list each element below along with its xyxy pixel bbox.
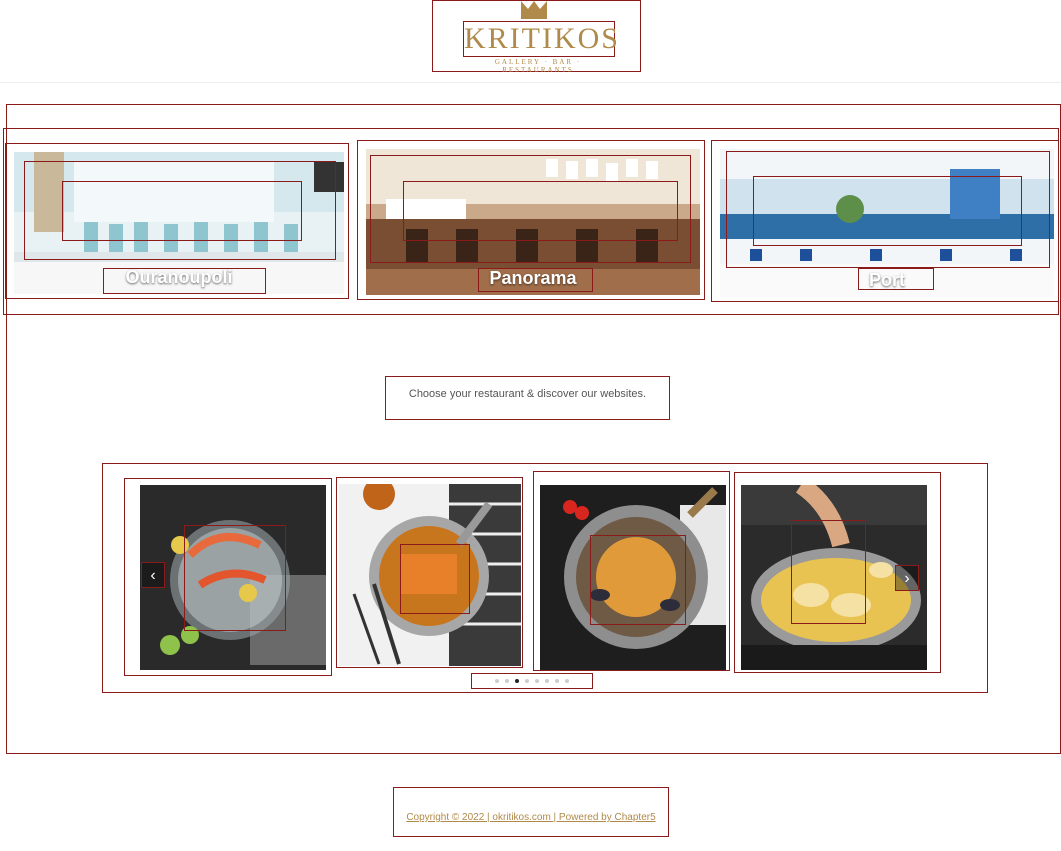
crown-icon: [521, 1, 547, 19]
site-header: KRITIKOS GALLERY · BAR · RESTAURANTS: [0, 0, 1061, 83]
carousel-dot[interactable]: [565, 679, 569, 683]
logo-subtitle: GALLERY · BAR · RESTAURANTS: [494, 58, 582, 74]
slide-focus: [791, 520, 866, 624]
restaurant-photo-focus: [753, 176, 1022, 246]
site-footer: Copyright © 2022 | okritikos.com | Power…: [393, 787, 669, 837]
carousel-dot[interactable]: [545, 679, 549, 683]
carousel-prev-button[interactable]: ‹: [141, 562, 165, 588]
restaurant-label-box: [858, 268, 934, 290]
slide-focus: [184, 525, 286, 631]
restaurant-label-box: [478, 268, 593, 292]
slide-focus: [590, 535, 686, 625]
carousel-dot[interactable]: [525, 679, 529, 683]
carousel-dot[interactable]: [515, 679, 519, 683]
restaurant-label-box: [103, 268, 266, 294]
carousel-next-button[interactable]: ›: [895, 565, 919, 591]
carousel-dot[interactable]: [535, 679, 539, 683]
logo-text: KRITIKOS: [463, 21, 620, 57]
carousel-pagination: [471, 673, 593, 689]
copyright-link[interactable]: Copyright © 2022 | okritikos.com | Power…: [406, 812, 655, 823]
carousel-dot[interactable]: [505, 679, 509, 683]
restaurant-photo-focus: [62, 181, 302, 241]
intro-text: Choose your restaurant & discover our we…: [385, 376, 670, 420]
carousel-dot[interactable]: [555, 679, 559, 683]
site-logo[interactable]: KRITIKOS GALLERY · BAR · RESTAURANTS: [432, 0, 641, 74]
restaurant-photo-focus: [403, 181, 678, 241]
slide-focus: [400, 544, 470, 614]
carousel-dot[interactable]: [495, 679, 499, 683]
